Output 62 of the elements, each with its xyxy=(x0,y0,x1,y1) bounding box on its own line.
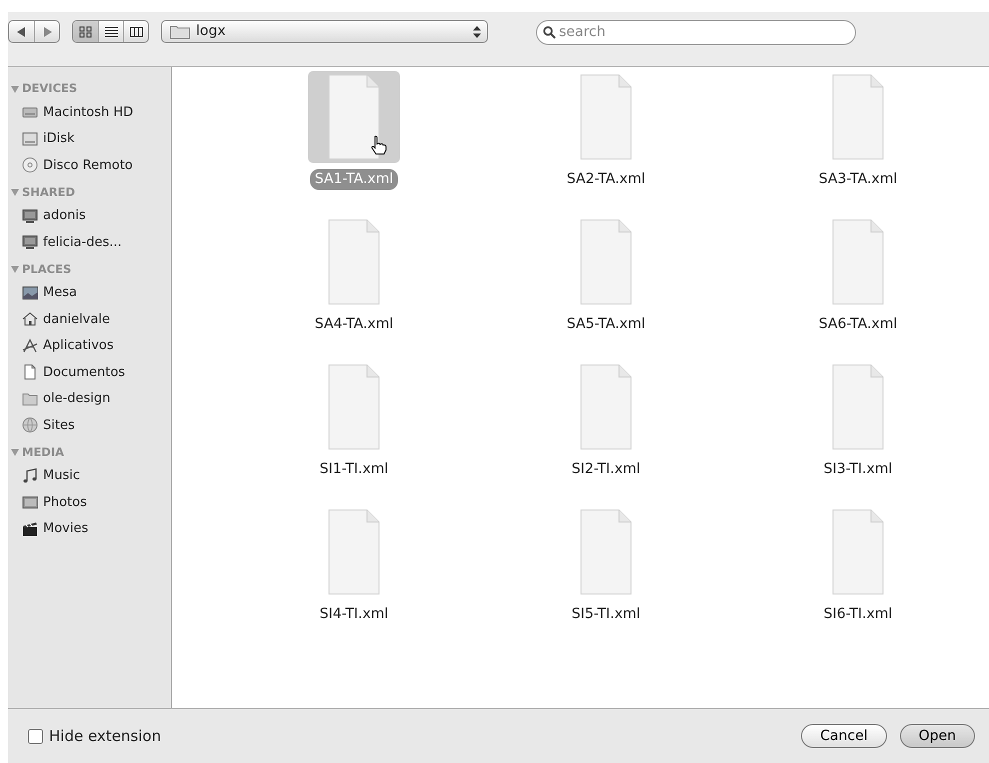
search-bar[interactable]: search xyxy=(536,20,856,45)
list-icon xyxy=(104,26,118,38)
sidebar-item[interactable]: adonis xyxy=(8,202,171,229)
sidebar-item[interactable]: Disco Remoto xyxy=(8,152,171,178)
file-item[interactable]: SA2-TA.xml xyxy=(480,71,732,216)
down-triangle-icon[interactable] xyxy=(11,86,19,92)
file-item[interactable]: SI4-TI.xml xyxy=(228,506,480,651)
sidebar-item[interactable]: Photos xyxy=(8,489,171,516)
file-item[interactable]: SI6-TI.xml xyxy=(732,506,984,651)
file-item[interactable]: SA4-TA.xml xyxy=(228,216,480,361)
sidebar-item[interactable]: Mesa xyxy=(8,280,171,306)
globe-icon xyxy=(22,417,38,434)
section-header: PLACES xyxy=(22,260,72,278)
down-triangle-icon[interactable] xyxy=(11,266,19,273)
search-field[interactable]: search xyxy=(559,22,839,43)
monitor-icon xyxy=(22,208,38,224)
disc-icon xyxy=(22,157,38,174)
sidebar-item[interactable]: ole-design xyxy=(8,386,171,412)
file-item[interactable]: SA3-TA.xml xyxy=(732,71,984,216)
down-triangle-icon[interactable] xyxy=(11,189,19,196)
folder-icon xyxy=(170,24,190,39)
landscape-icon xyxy=(22,284,38,301)
file-item[interactable]: SA5-TA.xml xyxy=(480,216,732,361)
sidebar-item[interactable]: felicia-des... xyxy=(8,229,171,256)
cancel-button[interactable]: Cancel xyxy=(801,724,887,748)
music-note-icon xyxy=(22,468,38,484)
sidebar-item[interactable]: Documentos xyxy=(8,359,171,386)
down-triangle-icon[interactable] xyxy=(11,449,19,456)
house-icon xyxy=(22,311,38,328)
file-item[interactable]: SA6-TA.xml xyxy=(732,216,984,361)
sidebar-item[interactable]: Macintosh HD xyxy=(8,99,171,126)
columns-icon xyxy=(130,26,142,38)
sidebar-item[interactable]: Sites xyxy=(8,412,171,438)
section-header: MEDIA xyxy=(22,444,64,461)
document-icon xyxy=(22,364,38,380)
monitor-icon xyxy=(22,234,38,250)
section-header: SHARED xyxy=(22,184,76,201)
up-down-arrows-icon xyxy=(473,26,481,38)
sidebar-item[interactable]: Movies xyxy=(8,516,171,542)
open-button[interactable]: Open xyxy=(900,724,975,748)
compass-letter-icon xyxy=(22,338,38,354)
hand-cursor-icon xyxy=(370,135,388,155)
section-header: DEVICES xyxy=(22,80,78,98)
sidebar-item[interactable]: Music xyxy=(8,462,171,489)
right-triangle-icon xyxy=(42,26,52,36)
sidebar-item[interactable]: danielvale xyxy=(8,306,171,332)
sidebar-item[interactable]: Aplicativos xyxy=(8,332,171,359)
checkbox[interactable] xyxy=(28,728,43,744)
left-triangle-icon xyxy=(17,26,26,36)
file-item[interactable]: SI2-TI.xml xyxy=(480,361,732,506)
view-mode-button[interactable] xyxy=(73,21,98,42)
checkbox-label: Hide extension xyxy=(49,726,162,747)
file-item[interactable]: SI5-TI.xml xyxy=(480,506,732,651)
search-icon xyxy=(543,26,556,39)
photo-icon xyxy=(22,494,38,510)
sidebar-item[interactable]: iDisk xyxy=(8,126,171,152)
grid-icon xyxy=(79,26,92,38)
clapperboard-icon xyxy=(22,520,38,537)
file-item[interactable]: SI3-TI.xml xyxy=(732,361,984,506)
path-popup[interactable]: logx xyxy=(161,20,488,43)
folder-icon xyxy=(22,390,38,407)
file-item[interactable]: SI1-TI.xml xyxy=(228,361,480,506)
